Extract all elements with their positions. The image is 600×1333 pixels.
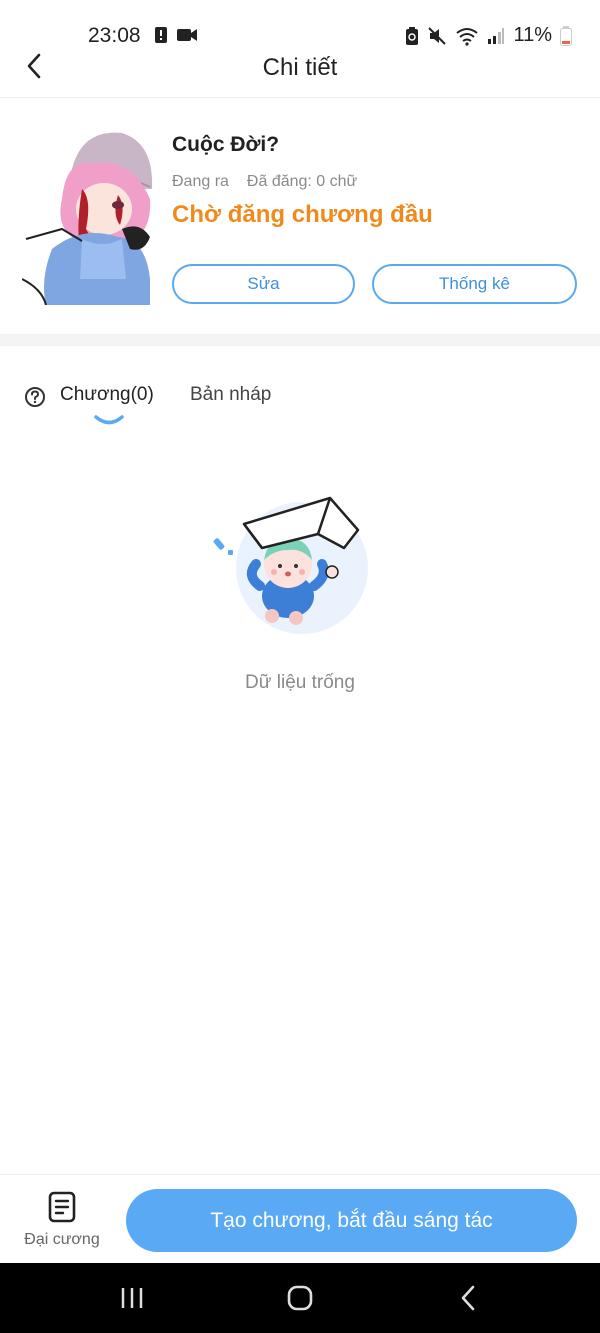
book-highlight-status: Chờ đăng chương đầu <box>172 201 433 228</box>
recent-apps-button[interactable] <box>112 1283 152 1313</box>
book-cover-image[interactable] <box>22 129 156 305</box>
book-title: Cuộc Đời? <box>172 133 280 156</box>
edit-button[interactable]: Sửa <box>172 264 355 304</box>
battery-icon <box>560 25 572 46</box>
system-back-button[interactable] <box>448 1283 488 1313</box>
statistics-button[interactable]: Thống kê <box>372 264 577 304</box>
empty-state-text: Dữ liệu trống <box>245 672 355 693</box>
section-divider <box>0 334 600 346</box>
battery-percent: 11% <box>513 24 552 46</box>
mute-icon <box>428 26 447 45</box>
back-arrow-icon <box>461 1285 475 1311</box>
status-time: 23:08 <box>88 24 141 47</box>
recent-apps-icon <box>121 1288 143 1308</box>
document-icon <box>48 1191 76 1223</box>
empty-box-illustration <box>213 496 368 634</box>
video-icon <box>177 29 197 41</box>
system-navigation-bar <box>0 1263 600 1333</box>
active-tab-indicator <box>94 415 124 425</box>
app-header: Chi tiết <box>0 48 600 98</box>
create-chapter-button[interactable]: Tạo chương, bắt đầu sáng tác <box>126 1189 577 1252</box>
outline-button[interactable]: Đại cương <box>14 1189 110 1253</box>
alert-icon <box>155 27 167 43</box>
outline-label: Đại cương <box>24 1231 100 1248</box>
home-icon <box>287 1285 313 1311</box>
book-status: Đang ra <box>172 173 229 190</box>
book-card: Cuộc Đời? Đang ra Đã đăng: 0 chữ Chờ đăn… <box>0 99 600 335</box>
book-word-count: Đã đăng: 0 chữ <box>246 173 358 190</box>
home-button[interactable] <box>280 1283 320 1313</box>
page-title: Chi tiết <box>262 54 338 81</box>
tab-drafts[interactable]: Bản nháp <box>190 384 276 406</box>
signal-icon <box>488 27 505 44</box>
status-bar: 23:08 11% <box>0 0 600 48</box>
book-meta: Đang ra Đã đăng: 0 chữ <box>172 173 357 191</box>
wifi-icon <box>456 27 479 46</box>
battery-saver-icon <box>406 26 419 45</box>
help-icon[interactable] <box>24 386 46 408</box>
bottom-action-bar: Đại cương Tạo chương, bắt đầu sáng tác <box>0 1174 600 1263</box>
tab-chapters[interactable]: Chương(0) <box>60 384 154 406</box>
tab-bar: Chương(0) Bản nháp <box>0 370 600 430</box>
